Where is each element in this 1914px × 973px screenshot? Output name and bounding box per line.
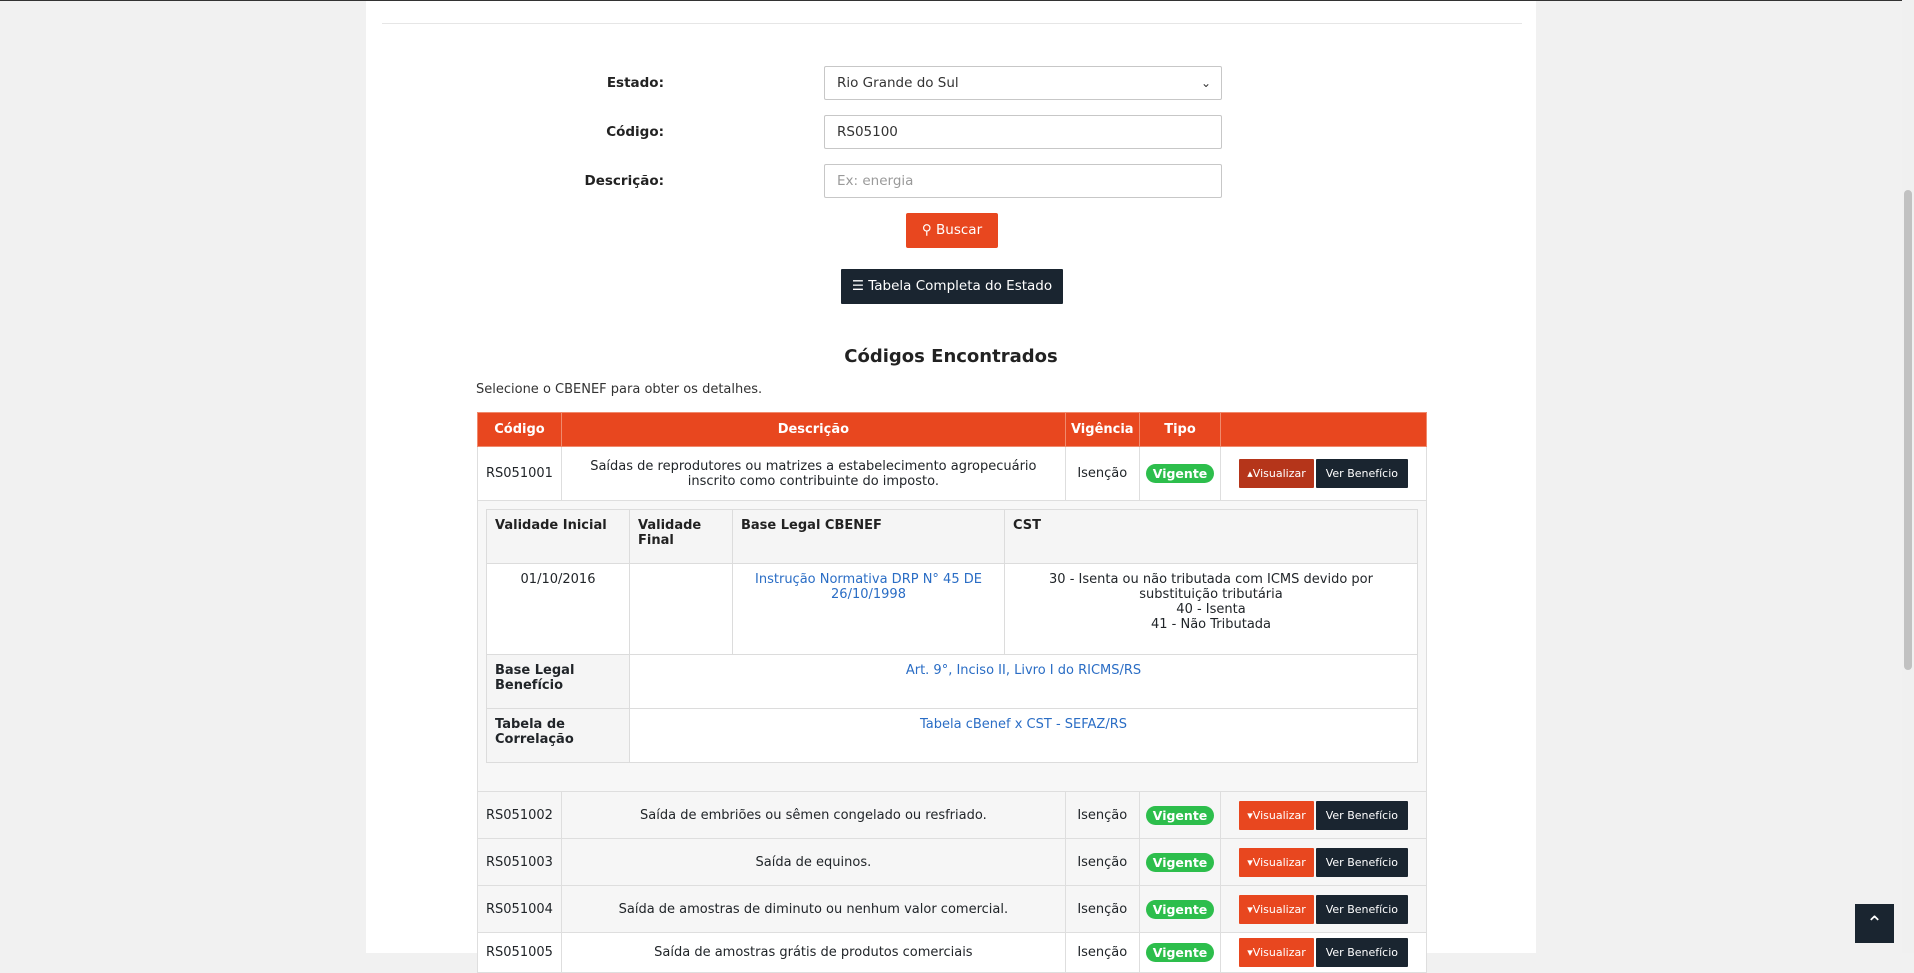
estado-select[interactable]: Rio Grande do Sul ⌄ <box>824 66 1222 100</box>
row-desc: Saída de equinos. <box>560 838 1066 886</box>
row-vigencia: Isenção <box>1064 791 1140 839</box>
row-code: RS051004 <box>477 885 562 933</box>
row-vigencia: Isenção <box>1064 446 1140 501</box>
tabela-completa-button[interactable]: ☰ Tabela Completa do Estado <box>841 269 1063 304</box>
det-base-legal-beneficio-cell: Art. 9°, Inciso II, Livro I do RICMS/RS <box>629 654 1418 709</box>
det-tabela-correlacao-cell: Tabela cBenef x CST - SEFAZ/RS <box>629 708 1418 763</box>
hamburger-icon: ☰ <box>851 278 864 294</box>
detail-table: Validade Inicial Validade Final Base Leg… <box>486 509 1418 763</box>
row-vigencia: Isenção <box>1064 885 1140 933</box>
page-scrollbar[interactable] <box>1902 0 1914 953</box>
det-base-legal-cbenef-cell: Instrução Normativa DRP N° 45 DE 26/10/1… <box>732 563 1005 655</box>
buscar-button[interactable]: ⚲ Buscar <box>906 213 998 248</box>
status-badge: Vigente <box>1145 899 1215 919</box>
row-code: RS051001 <box>477 446 562 501</box>
codigo-input[interactable]: RS05100 <box>824 115 1222 149</box>
detail-row: Validade Inicial Validade Final Base Leg… <box>477 500 1427 792</box>
col-descricao: Descrição <box>560 412 1066 447</box>
divider <box>382 23 1522 24</box>
status-badge: Vigente <box>1145 852 1215 872</box>
chevron-up-icon: ⌃ <box>1866 911 1883 935</box>
row-desc: Saídas de reprodutores ou matrizes a est… <box>560 446 1066 501</box>
estado-select-value: Rio Grande do Sul <box>837 75 959 91</box>
results-helper: Selecione o CBENEF para obter os detalhe… <box>476 382 763 397</box>
col-codigo: Código <box>477 412 562 447</box>
visualizar-button[interactable]: ▴Visualizar <box>1239 459 1314 488</box>
visualizar-label: Visualizar <box>1252 808 1306 822</box>
chevron-down-icon: ⌄ <box>1200 76 1211 90</box>
cst-item: 40 - Isenta <box>1176 602 1246 617</box>
col-vigencia: Vigência <box>1064 412 1140 447</box>
descricao-label: Descrição: <box>584 173 664 189</box>
det-h-tabela-correlacao: Tabela de Correlação <box>486 708 630 763</box>
scrollbar-thumb[interactable] <box>1904 190 1912 670</box>
visualizar-label: Visualizar <box>1252 467 1306 480</box>
visualizar-label: Visualizar <box>1252 902 1306 916</box>
results-title: Códigos Encontrados <box>844 346 1058 367</box>
cst-item: 30 - Isenta ou não tributada com ICMS de… <box>1049 572 1373 602</box>
row-vigencia: Isenção <box>1064 838 1140 886</box>
table-row: RS051003 Saída de equinos. Isenção Vigen… <box>477 838 1427 886</box>
visualizar-label: Visualizar <box>1252 855 1306 869</box>
det-h-validade-final: Validade Final <box>629 509 733 564</box>
buscar-label: Buscar <box>936 222 983 238</box>
row-tipo: Vigente <box>1138 838 1222 886</box>
table-row: RS051001 Saídas de reprodutores ou matri… <box>477 446 1427 501</box>
tabela-completa-label: Tabela Completa do Estado <box>868 278 1053 294</box>
page-container: Estado: Rio Grande do Sul ⌄ Código: RS05… <box>366 1 1536 973</box>
det-cst: 30 - Isenta ou não tributada com ICMS de… <box>1004 563 1418 655</box>
row-tipo: Vigente <box>1138 885 1222 933</box>
base-legal-beneficio-link[interactable]: Art. 9°, Inciso II, Livro I do RICMS/RS <box>906 663 1141 678</box>
row-code: RS051003 <box>477 838 562 886</box>
table-row: RS051002 Saída de embriões ou sêmen cong… <box>477 791 1427 839</box>
row-tipo: Vigente <box>1138 791 1222 839</box>
ver-beneficio-button[interactable]: Ver Benefício <box>1315 800 1409 830</box>
ver-beneficio-button[interactable]: Ver Benefício <box>1315 459 1409 488</box>
visualizar-button[interactable]: ▾Visualizar <box>1239 847 1314 877</box>
results-table: Código Descrição Vigência Tipo RS051001 … <box>477 412 1427 973</box>
ver-beneficio-button[interactable]: Ver Benefício <box>1315 847 1409 877</box>
back-to-top-button[interactable]: ⌃ <box>1855 904 1894 943</box>
det-h-base-legal-beneficio: Base Legal Benefício <box>486 654 630 709</box>
ver-beneficio-button[interactable]: Ver Benefício <box>1315 894 1409 924</box>
row-code: RS051002 <box>477 791 562 839</box>
det-h-base-legal-cbenef: Base Legal CBENEF <box>732 509 1005 564</box>
row-actions: ▾Visualizar Ver Benefício <box>1220 838 1427 886</box>
detail-panel: Validade Inicial Validade Final Base Leg… <box>477 500 1427 792</box>
status-badge: Vigente <box>1145 805 1215 825</box>
row-desc: Saída de embriões ou sêmen congelado ou … <box>560 791 1066 839</box>
codigo-label: Código: <box>606 124 664 140</box>
row-tipo: Vigente <box>1138 446 1222 501</box>
cst-item: 41 - Não Tributada <box>1150 617 1272 632</box>
row-actions: ▾Visualizar Ver Benefício <box>1220 791 1427 839</box>
visualizar-button[interactable]: ▾Visualizar <box>1239 800 1314 830</box>
table-header-row: Código Descrição Vigência Tipo <box>477 412 1427 447</box>
table-row: RS051004 Saída de amostras de diminuto o… <box>477 885 1427 933</box>
base-legal-cbenef-link[interactable]: Instrução Normativa DRP N° 45 DE 26/10/1… <box>755 572 982 602</box>
col-tipo: Tipo <box>1138 412 1222 447</box>
tabela-correlacao-link[interactable]: Tabela cBenef x CST - SEFAZ/RS <box>920 717 1127 732</box>
det-validade-inicial: 01/10/2016 <box>486 563 630 655</box>
status-badge: Vigente <box>1145 464 1215 483</box>
descricao-input[interactable]: Ex: energia <box>824 164 1222 198</box>
row-desc: Saída de amostras de diminuto ou nenhum … <box>560 885 1066 933</box>
search-icon: ⚲ <box>921 222 932 238</box>
estado-label: Estado: <box>606 75 664 91</box>
row-actions: ▴Visualizar Ver Benefício <box>1220 446 1427 501</box>
det-validade-final <box>629 563 733 655</box>
col-acoes <box>1220 412 1427 447</box>
det-h-cst: CST <box>1004 509 1418 564</box>
row-actions: ▾Visualizar Ver Benefício <box>1220 885 1427 933</box>
det-h-validade-inicial: Validade Inicial <box>486 509 630 564</box>
visualizar-button[interactable]: ▾Visualizar <box>1239 894 1314 924</box>
